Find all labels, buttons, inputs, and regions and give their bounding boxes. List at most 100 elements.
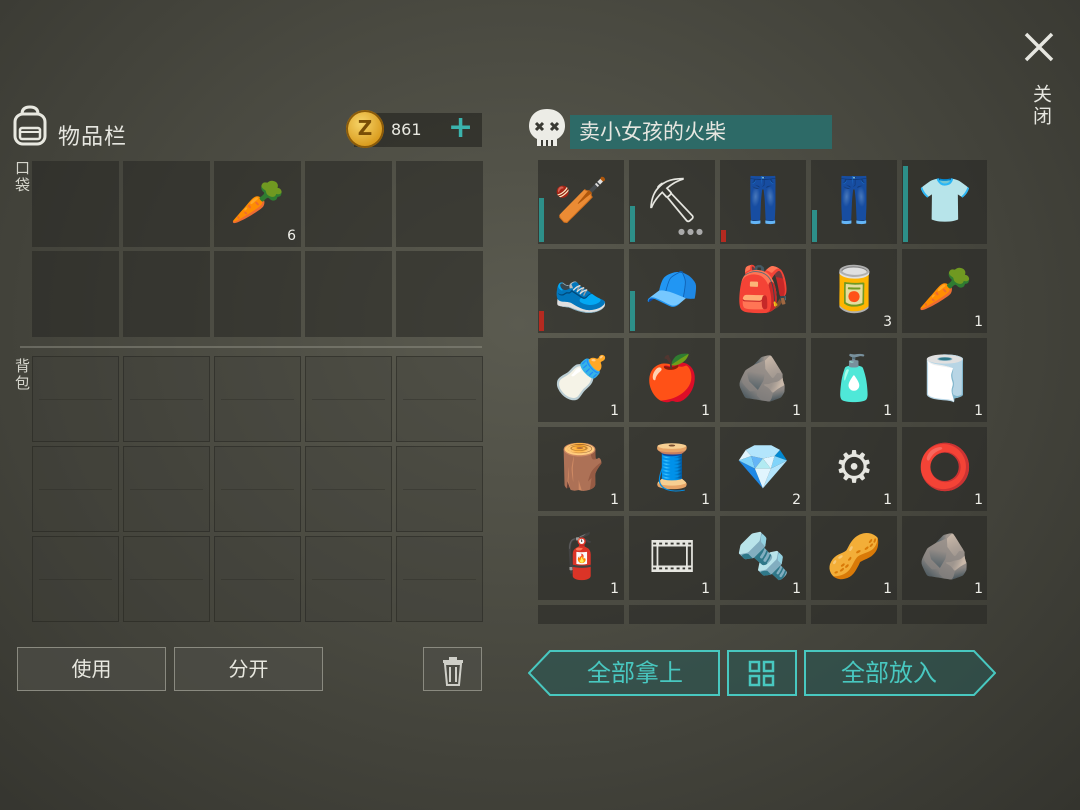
variant-dots: ●●● (678, 227, 705, 236)
backpack-slot[interactable] (214, 446, 301, 532)
loot-slot[interactable]: 👖 (720, 160, 806, 244)
cap-icon: 🧢 (644, 264, 700, 316)
loot-slot[interactable]: 🧴 1 (811, 338, 897, 422)
loot-slot[interactable]: 🏏 (538, 160, 624, 244)
durability-bar (539, 198, 544, 242)
cloth-icon: 🧻 (917, 353, 973, 405)
item-quantity: 1 (883, 403, 892, 419)
loot-slot[interactable]: ⭕ 1 (902, 427, 987, 511)
trash-button[interactable] (423, 647, 482, 691)
item-quantity: 1 (883, 581, 892, 597)
pocket-slot[interactable] (396, 161, 483, 247)
loot-slot[interactable]: 🍎 1 (629, 338, 715, 422)
pocket-slot[interactable] (32, 251, 119, 337)
item-quantity: 1 (792, 581, 801, 597)
backpack-slot[interactable] (214, 536, 301, 622)
pocket-label: 口袋 (13, 160, 31, 194)
backpack-slot[interactable] (123, 446, 210, 532)
backpack-slot[interactable] (305, 536, 392, 622)
backpack-slot[interactable] (305, 446, 392, 532)
loot-slot[interactable]: ⛏ ●●● (629, 160, 715, 244)
stone-icon: 🪨 (917, 531, 973, 583)
loot-slot[interactable]: 🎒 (720, 249, 806, 333)
apples-icon: 🍎 (644, 353, 700, 405)
backpack-icon: 🎒 (735, 264, 791, 316)
take-all-button[interactable]: 全部拿上 (528, 650, 720, 696)
plank-icon: 🪵 (553, 442, 609, 494)
backpack-slot[interactable] (305, 356, 392, 442)
loot-slot[interactable] (720, 605, 806, 624)
item-quantity: 1 (701, 403, 710, 419)
pocket-slot[interactable] (214, 251, 301, 337)
backpack-slot[interactable] (32, 446, 119, 532)
loot-grid-viewport[interactable]: 🏏 ⛏ ●●● 👖 👖 👕 👟 🧢 🎒 🥫 3 🥕 1 🍼 1 🍎 1 🪨 1 🧴 1 🧻 1 🪵 1 🧵 1 💎 2 ⚙ 1 ⭕ 1 🧯 1 🎞 1 🔩… (538, 160, 987, 624)
bearing-icon: ⚙ (834, 442, 874, 494)
take-all-label: 全部拿上 (587, 659, 683, 687)
coin-icon: Z (346, 110, 384, 148)
put-all-button[interactable]: 全部放入 (804, 650, 996, 696)
pocket-slot[interactable] (123, 161, 210, 247)
scrap-metal-icon: 🔩 (735, 531, 791, 583)
loot-slot[interactable]: 💎 2 (720, 427, 806, 511)
loot-slot[interactable]: 🔩 1 (720, 516, 806, 600)
pocket-slot[interactable] (32, 161, 119, 247)
item-quantity: 6 (287, 228, 296, 244)
loot-slot[interactable]: 🪨 1 (720, 338, 806, 422)
close-button[interactable] (1020, 28, 1058, 66)
backpack-slot[interactable] (396, 446, 483, 532)
loot-slot[interactable] (629, 605, 715, 624)
backpack-slot[interactable] (32, 536, 119, 622)
durability-bar (903, 166, 908, 242)
pocket-slot[interactable] (123, 251, 210, 337)
item-quantity: 1 (701, 492, 710, 508)
water-bottle-icon: 🍼 (553, 353, 609, 405)
backpack-slot[interactable] (214, 356, 301, 442)
loot-slot[interactable]: 🥕 1 (902, 249, 987, 333)
item-quantity: 1 (883, 492, 892, 508)
spirit-bottle-icon: 🧴 (826, 353, 882, 405)
loot-slot[interactable] (902, 605, 987, 624)
item-quantity: 1 (792, 403, 801, 419)
loot-slot[interactable]: 🥫 3 (811, 249, 897, 333)
loot-slot[interactable]: 🧢 (629, 249, 715, 333)
durability-bar (721, 230, 726, 242)
loot-slot[interactable]: 🪨 1 (902, 516, 987, 600)
loot-slot[interactable]: 🥜 1 (811, 516, 897, 600)
backpack-slot[interactable] (396, 536, 483, 622)
backpack-slot[interactable] (396, 356, 483, 442)
loot-slot[interactable] (811, 605, 897, 624)
loot-slot[interactable]: 👟 (538, 249, 624, 333)
loot-slot[interactable]: 🎞 1 (629, 516, 715, 600)
backpack-slot[interactable] (123, 536, 210, 622)
sneakers-icon: 👟 (553, 264, 609, 316)
loot-slot[interactable]: ⚙ 1 (811, 427, 897, 511)
item-quantity: 1 (974, 403, 983, 419)
loot-slot[interactable]: 🧵 1 (629, 427, 715, 511)
pocket-slot[interactable] (305, 251, 392, 337)
use-button[interactable]: 使用 (17, 647, 166, 691)
spiked-club-icon: 🏏 (553, 175, 609, 227)
loot-slot[interactable]: 🧯 1 (538, 516, 624, 600)
split-button[interactable]: 分开 (174, 647, 323, 691)
item-quantity: 1 (701, 581, 710, 597)
inventory-title: 物品栏 (58, 125, 128, 150)
loot-slot[interactable]: 🍼 1 (538, 338, 624, 422)
pocket-slot[interactable] (305, 161, 392, 247)
item-quantity: 1 (974, 314, 983, 330)
item-quantity: 1 (610, 581, 619, 597)
wire-spool-icon: 🧵 (644, 442, 700, 494)
loot-slot[interactable]: 👖 (811, 160, 897, 244)
pocket-slot[interactable]: 🥕 6 (214, 161, 301, 247)
loot-slot[interactable] (538, 605, 624, 624)
backpack-slot[interactable] (123, 356, 210, 442)
item-quantity: 2 (792, 492, 801, 508)
loot-slot[interactable]: 🪵 1 (538, 427, 624, 511)
close-label[interactable]: 关闭 (1028, 84, 1055, 128)
add-coins-button[interactable]: + (448, 111, 473, 145)
pocket-slot[interactable] (396, 251, 483, 337)
sort-button[interactable] (727, 650, 797, 696)
loot-slot[interactable]: 🧻 1 (902, 338, 987, 422)
loot-slot[interactable]: 👕 (902, 160, 987, 244)
backpack-slot[interactable] (32, 356, 119, 442)
blue-tape-icon: 🎞 (644, 531, 700, 583)
